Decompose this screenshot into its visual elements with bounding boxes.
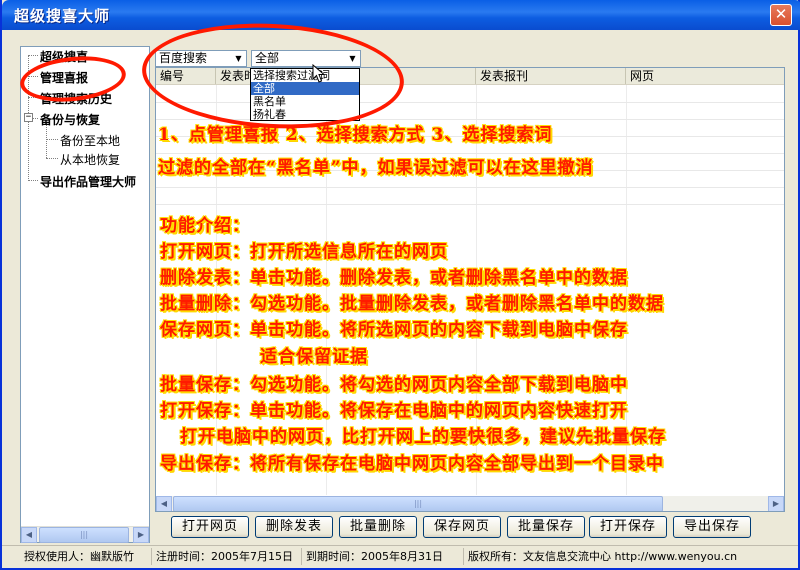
annotation-open-tip: 打开电脑中的网页，比打开网上的要快很多，建议先批量保存: [180, 427, 666, 447]
tree-item-restore-local[interactable]: 从本地恢复: [60, 151, 120, 168]
close-button[interactable]: ✕: [770, 4, 792, 26]
tree-connector: [46, 158, 58, 159]
filter-dropdown-list: 选择搜索过滤词 全部 黑名单 扬礼春: [250, 68, 360, 121]
annotation-evidence: 适合保留证据: [260, 347, 368, 367]
close-icon: ✕: [774, 5, 788, 23]
batch-save-button[interactable]: 批量保存: [507, 516, 585, 538]
annotation-save-page: 保存网页：单击功能。将所选网页的内容下载到电脑中保存: [160, 320, 628, 340]
title-bar[interactable]: 超级搜喜大师 ✕: [2, 0, 800, 30]
main-window: 超级搜喜大师 ✕ 超级搜喜 管理喜报 管理搜索历史 − 备份与恢复 备份至本地 …: [0, 0, 800, 570]
column-header-webpage[interactable]: 网页: [626, 68, 784, 84]
annotation-blacklist: 过滤的全部在“黑名单”中，如果误过滤可以在这里撤消: [158, 158, 594, 178]
tree-item-backup-restore[interactable]: 备份与恢复: [40, 111, 100, 128]
grid-horizontal-scrollbar[interactable]: ◀ ||| ▶: [156, 496, 784, 511]
tree-connector: [28, 97, 38, 98]
batch-delete-button[interactable]: 批量删除: [339, 516, 417, 538]
column-header-id[interactable]: 编号: [156, 68, 216, 84]
filter-option[interactable]: 选择搜索过滤词: [251, 69, 359, 82]
tree-connector: [46, 139, 58, 140]
filter-option-selected[interactable]: 全部: [251, 82, 359, 95]
annotation-steps: 1、点管理喜报 2、选择搜索方式 3、选择搜索词: [158, 125, 553, 145]
annotation-open-page: 打开网页：打开所选信息所在的网页: [160, 242, 448, 262]
tree-item-search-history[interactable]: 管理搜索历史: [40, 90, 112, 107]
tree-item-super-search[interactable]: 超级搜喜: [40, 48, 88, 65]
scroll-thumb[interactable]: |||: [173, 496, 663, 511]
delete-post-button[interactable]: 删除发表: [255, 516, 333, 538]
window-title: 超级搜喜大师: [14, 7, 111, 25]
tree-connector: [28, 180, 38, 181]
annotation-batch-delete: 批量删除：勾选功能。批量删除发表，或者删除黑名单中的数据: [160, 294, 664, 314]
chevron-down-icon: ▼: [349, 54, 356, 63]
status-copyright: 版权所有：文友信息交流中心 http://www.wenyou.cn: [468, 550, 738, 563]
open-saved-button[interactable]: 打开保存: [589, 516, 667, 538]
annotation-delete: 删除发表：单击功能。删除发表，或者删除黑名单中的数据: [160, 268, 628, 288]
status-register-time: 注册时间：2005年7月15日: [152, 548, 302, 565]
tree-connector: [46, 123, 47, 158]
filter-select[interactable]: 全部 ▼: [251, 50, 361, 67]
scroll-right-icon[interactable]: ▶: [768, 496, 784, 511]
mouse-cursor-icon: [312, 64, 326, 83]
tree-item-export-manager[interactable]: 导出作品管理大师: [40, 173, 136, 190]
tree-connector: [28, 55, 38, 56]
collapse-icon[interactable]: −: [24, 113, 33, 122]
tree-item-manage-news[interactable]: 管理喜报: [40, 69, 88, 86]
annotation-batch-save: 批量保存：勾选功能。将勾选的网页内容全部下载到电脑中: [160, 375, 628, 395]
column-header-publication[interactable]: 发表报刊: [476, 68, 626, 84]
scroll-thumb[interactable]: |||: [39, 527, 129, 543]
save-page-button[interactable]: 保存网页: [423, 516, 501, 538]
open-page-button[interactable]: 打开网页: [171, 516, 249, 538]
annotation-export: 导出保存：将所有保存在电脑中网页内容全部导出到一个目录中: [160, 454, 664, 474]
grid-line: [156, 187, 784, 188]
annotation-feature-heading: 功能介绍：: [160, 216, 250, 236]
scroll-left-icon[interactable]: ◀: [21, 527, 37, 543]
search-engine-select[interactable]: 百度搜索 ▼: [155, 50, 247, 67]
filter-value: 全部: [255, 51, 280, 65]
chevron-down-icon: ▼: [235, 54, 242, 63]
grid-line: [156, 204, 784, 205]
export-saved-button[interactable]: 导出保存: [673, 516, 751, 538]
scroll-left-icon[interactable]: ◀: [156, 496, 172, 511]
status-bar: 授权使用人：幽默版竹 注册时间：2005年7月15日 到期时间：2005年8月3…: [2, 545, 798, 566]
status-expire-time: 到期时间：2005年8月31日: [302, 548, 464, 565]
scroll-right-icon[interactable]: ▶: [133, 527, 149, 543]
annotation-open-saved: 打开保存：单击功能。将保存在电脑中的网页内容快速打开: [160, 401, 628, 421]
tree-connector: [28, 76, 38, 77]
tree-connector: [33, 118, 38, 119]
tree-horizontal-scrollbar[interactable]: ◀ ||| ▶: [21, 526, 149, 543]
filter-option[interactable]: 黑名单: [251, 95, 359, 108]
filter-option[interactable]: 扬礼春: [251, 108, 359, 121]
tree-item-backup-local[interactable]: 备份至本地: [60, 132, 120, 149]
search-engine-value: 百度搜索: [159, 51, 208, 65]
status-licensed-user: 授权使用人：幽默版竹: [20, 548, 152, 565]
nav-tree: 超级搜喜 管理喜报 管理搜索历史 − 备份与恢复 备份至本地 从本地恢复 导出作…: [20, 46, 150, 543]
